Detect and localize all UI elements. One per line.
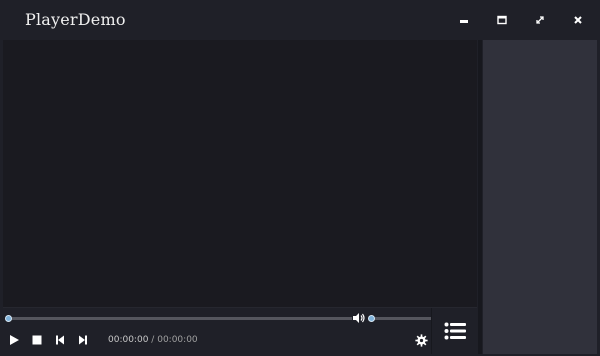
volume-handle[interactable] <box>368 315 375 322</box>
divider <box>431 308 432 354</box>
next-icon <box>79 335 87 345</box>
title-bar: PlayerDemo <box>0 0 600 39</box>
maximize-icon <box>497 15 507 25</box>
current-time: 00:00:00 <box>108 335 149 345</box>
panel-divider <box>478 40 482 354</box>
gear-icon <box>414 333 428 347</box>
playlist-panel <box>483 40 597 354</box>
close-button[interactable] <box>566 8 590 32</box>
minimize-button[interactable] <box>452 8 476 32</box>
video-display[interactable] <box>3 40 477 308</box>
progress-handle[interactable] <box>5 315 12 322</box>
play-button[interactable] <box>6 332 22 348</box>
next-button[interactable] <box>75 332 91 348</box>
previous-icon <box>56 335 64 345</box>
stop-icon <box>32 335 42 345</box>
app-title: PlayerDemo <box>25 10 126 29</box>
fullscreen-button[interactable] <box>528 8 552 32</box>
time-separator: / <box>151 335 155 345</box>
close-icon <box>574 16 582 24</box>
previous-button[interactable] <box>52 332 68 348</box>
time-display: 00:00:00 / 00:00:00 <box>108 335 198 345</box>
play-icon <box>10 335 19 345</box>
total-duration: 00:00:00 <box>157 335 198 345</box>
stop-button[interactable] <box>29 332 45 348</box>
playlist-button[interactable] <box>433 308 477 354</box>
fullscreen-icon <box>536 16 544 24</box>
control-bar: 00:00:00 / 00:00:00 <box>3 308 477 354</box>
playlist-icon <box>444 322 466 340</box>
settings-button[interactable] <box>413 332 429 348</box>
progress-bar[interactable] <box>8 317 352 320</box>
volume-button[interactable] <box>351 310 367 326</box>
volume-slider[interactable] <box>373 317 431 320</box>
maximize-button[interactable] <box>490 8 514 32</box>
volume-icon <box>353 313 365 323</box>
minimize-icon <box>460 20 468 23</box>
